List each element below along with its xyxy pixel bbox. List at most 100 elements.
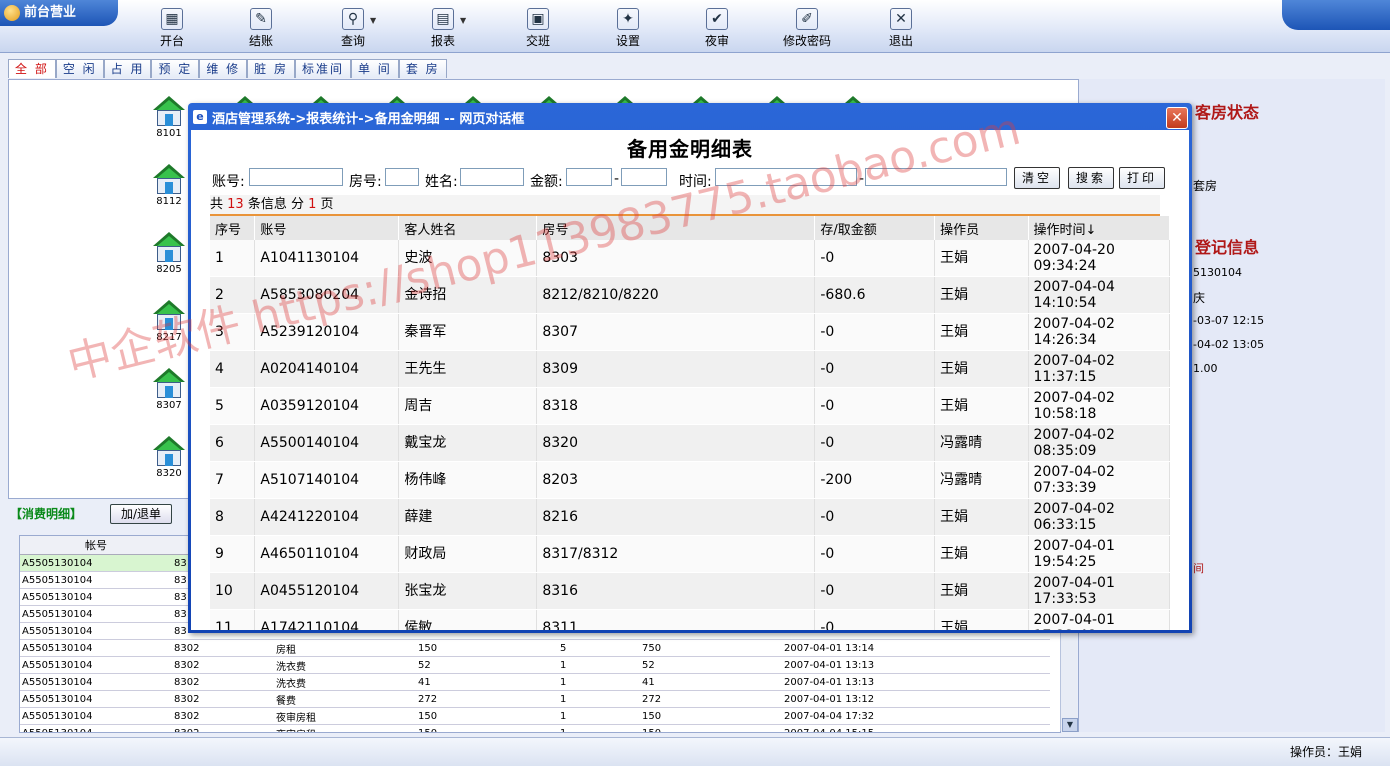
cell: 8302 bbox=[172, 639, 274, 657]
table-row[interactable]: A5505130104 8302 房租 150 5 750 2007-04-01 13:14 bbox=[20, 639, 1050, 657]
room-tile[interactable]: 8112 bbox=[149, 164, 189, 207]
table-row[interactable]: 7 A5107140104 杨伟峰 8203 -200 冯露晴 2007-04-02 07:3… bbox=[210, 461, 1170, 499]
amount-min-input[interactable] bbox=[566, 168, 612, 186]
table-row[interactable]: 4 A0204140104 王先生 8309 -0 王娟 2007-04-02 11:37:1… bbox=[210, 350, 1170, 388]
cell: 1 bbox=[558, 690, 640, 708]
cell: 杨伟峰 bbox=[398, 461, 538, 499]
date: 2007-04-01 bbox=[1033, 538, 1115, 554]
petty-cash-table: 序号 账号 客人姓名 房号 存/取金额 操作员 操作时间↓ 1 A1041130104 史波 83… bbox=[210, 216, 1170, 630]
table-row[interactable]: A5505130104 8302 洗衣费 52 1 52 2007-04-01 13:13 bbox=[20, 656, 1050, 674]
tab-4[interactable]: 维 修 bbox=[199, 59, 248, 78]
cell-time: 2007-04-04 14:10:54 bbox=[1028, 276, 1170, 314]
report-button[interactable]: ▤ 报表 ▼ bbox=[408, 8, 478, 50]
tab-2[interactable]: 占 用 bbox=[103, 59, 152, 78]
room-input[interactable] bbox=[385, 168, 419, 186]
room-tile[interactable]: 8101 bbox=[149, 96, 189, 139]
table-row[interactable]: A55051301048302夜审房租15011502007-04-04 15:… bbox=[20, 724, 1050, 732]
column-header-account: 帐号 bbox=[20, 536, 172, 555]
change-password-button[interactable]: ✐ 修改密码 bbox=[772, 8, 842, 50]
column-header[interactable]: 操作时间↓ bbox=[1028, 216, 1170, 240]
time: 14:10:54 bbox=[1033, 295, 1097, 311]
cell-time: 2007-04-20 09:34:24 bbox=[1028, 240, 1170, 277]
cell-time: 2007-04-01 19:54:25 bbox=[1028, 535, 1170, 573]
checkout-button[interactable]: ✎ 结账 bbox=[226, 8, 296, 50]
table-row[interactable]: 11A1742110104侯敏8311-0王娟2007-04-0117:22:4… bbox=[210, 609, 1170, 630]
cell: 夜审房租 bbox=[274, 707, 416, 725]
table-row[interactable]: A5505130104 8302 餐费 272 1 272 2007-04-01 13:12 bbox=[20, 690, 1050, 708]
table-row[interactable]: 6 A5500140104 戴宝龙 8320 -0 冯露晴 2007-04-02 08:35:… bbox=[210, 424, 1170, 462]
close-icon[interactable]: ✕ bbox=[1166, 107, 1188, 129]
cell: A5853080204 bbox=[254, 276, 400, 314]
scroll-down-icon[interactable]: ▼ bbox=[1062, 718, 1078, 732]
cell: 8 bbox=[210, 498, 256, 536]
cell: A1742110104 bbox=[254, 609, 400, 630]
add-refund-button[interactable]: 加/退单 bbox=[110, 504, 172, 524]
cell-time: 2007-04-02 14:26:34 bbox=[1028, 313, 1170, 351]
cell: 2 bbox=[210, 276, 256, 314]
cell: 史波 bbox=[398, 240, 538, 277]
query-button[interactable]: ⚲ 查询 ▼ bbox=[318, 8, 388, 50]
cell: A1041130104 bbox=[254, 240, 400, 277]
cell: 8309 bbox=[536, 350, 816, 388]
open-room-button[interactable]: ▦ 开台 bbox=[137, 8, 207, 50]
print-button[interactable]: 打印 bbox=[1119, 167, 1165, 189]
time: 11:37:15 bbox=[1033, 369, 1097, 385]
cell: A5505130104 bbox=[20, 639, 172, 657]
petty-cash-dialog: e 酒店管理系统->报表统计->备用金明细 -- 网页对话框 ✕ 备用金明细表 … bbox=[188, 103, 1192, 633]
tab-1[interactable]: 空 闲 bbox=[55, 59, 104, 78]
settings-button[interactable]: ✦ 设置 bbox=[593, 8, 663, 50]
room-tile[interactable]: 8320 bbox=[149, 436, 189, 479]
exit-button[interactable]: ✕ 退出 bbox=[866, 8, 936, 50]
table-row[interactable]: 3 A5239120104 秦晋军 8307 -0 王娟 2007-04-02 14:26:3… bbox=[210, 313, 1170, 351]
dialog-title: 酒店管理系统->报表统计->备用金明细 -- 网页对话框 bbox=[212, 112, 525, 127]
date: 2007-04-01 bbox=[1033, 575, 1115, 591]
time-label: 时间: bbox=[679, 174, 712, 190]
clear-button[interactable]: 清空 bbox=[1014, 167, 1060, 189]
table-row[interactable]: 2 A5853080204 金诗招 8212/8210/8220 -680.6 王娟 200… bbox=[210, 276, 1170, 314]
tab-7[interactable]: 单 间 bbox=[350, 59, 399, 78]
date: 2007-04-02 bbox=[1033, 427, 1115, 443]
cell: 洗衣费 bbox=[274, 656, 416, 674]
cell: -0 bbox=[814, 609, 936, 630]
cell: 2007-04-01 13:14 bbox=[782, 639, 984, 657]
cell: A4650110104 bbox=[254, 535, 400, 573]
table-row[interactable]: 8 A4241220104 薛建 8216 -0 王娟 2007-04-02 06:33:15 bbox=[210, 498, 1170, 536]
cell: 8302 bbox=[172, 690, 274, 708]
date: 2007-04-02 bbox=[1033, 390, 1115, 406]
time-start-input[interactable] bbox=[715, 168, 857, 186]
table-row[interactable]: 10 A0455120104 张宝龙 8316 -0 王娟 2007-04-01 17:33:… bbox=[210, 572, 1170, 610]
open-room-icon: ▦ bbox=[161, 8, 183, 30]
column-header: 客人姓名 bbox=[398, 216, 538, 240]
cell-time: 2007-04-02 07:33:39 bbox=[1028, 461, 1170, 499]
room-tile[interactable]: 8307 bbox=[149, 368, 189, 411]
table-row[interactable]: 5 A0359120104 周吉 8318 -0 王娟 2007-04-02 10:58:18 bbox=[210, 387, 1170, 425]
amount-max-input[interactable] bbox=[621, 168, 667, 186]
tab-6[interactable]: 标准间 bbox=[294, 59, 351, 78]
cell bbox=[984, 673, 1050, 691]
shift-button[interactable]: ▣ 交班 bbox=[503, 8, 573, 50]
table-row[interactable]: 1 A1041130104 史波 8303 -0 王娟 2007-04-20 09:34:24 bbox=[210, 240, 1170, 277]
table-row[interactable]: A5505130104 8302 夜审房租 150 1 150 2007-04-04 17:… bbox=[20, 707, 1050, 725]
cell: 150 bbox=[416, 707, 558, 725]
tab-5[interactable]: 脏 房 bbox=[247, 59, 295, 78]
cell-time: 2007-04-0117:22:48 bbox=[1028, 609, 1170, 630]
search-button[interactable]: 搜索 bbox=[1068, 167, 1114, 189]
tab-3[interactable]: 预 定 bbox=[151, 59, 200, 78]
night-audit-button[interactable]: ✔ 夜审 bbox=[682, 8, 752, 50]
account-input[interactable] bbox=[249, 168, 343, 186]
time-end-input[interactable] bbox=[865, 168, 1007, 186]
room-tile[interactable]: 8205 bbox=[149, 232, 189, 275]
page-count: 1 bbox=[308, 197, 317, 212]
name-input[interactable] bbox=[460, 168, 524, 186]
chevron-down-icon[interactable]: ▼ bbox=[370, 16, 376, 25]
column-header: 序号 bbox=[210, 216, 256, 240]
table-row[interactable]: A5505130104 8302 洗衣费 41 1 41 2007-04-01 13:13 bbox=[20, 673, 1050, 691]
table-row[interactable]: 9 A4650110104 财政局 8317/8312 -0 王娟 2007-04-01 19… bbox=[210, 535, 1170, 573]
tab-8[interactable]: 套 房 bbox=[398, 59, 447, 78]
chevron-down-icon[interactable]: ▼ bbox=[460, 16, 466, 25]
brand-tab[interactable]: 前台营业 bbox=[0, 0, 118, 26]
room-tile[interactable]: 8217 bbox=[149, 300, 189, 343]
tab-0[interactable]: 全 部 bbox=[8, 59, 56, 78]
record-count: 13 bbox=[227, 197, 244, 212]
room-label: 房号: bbox=[349, 174, 382, 190]
